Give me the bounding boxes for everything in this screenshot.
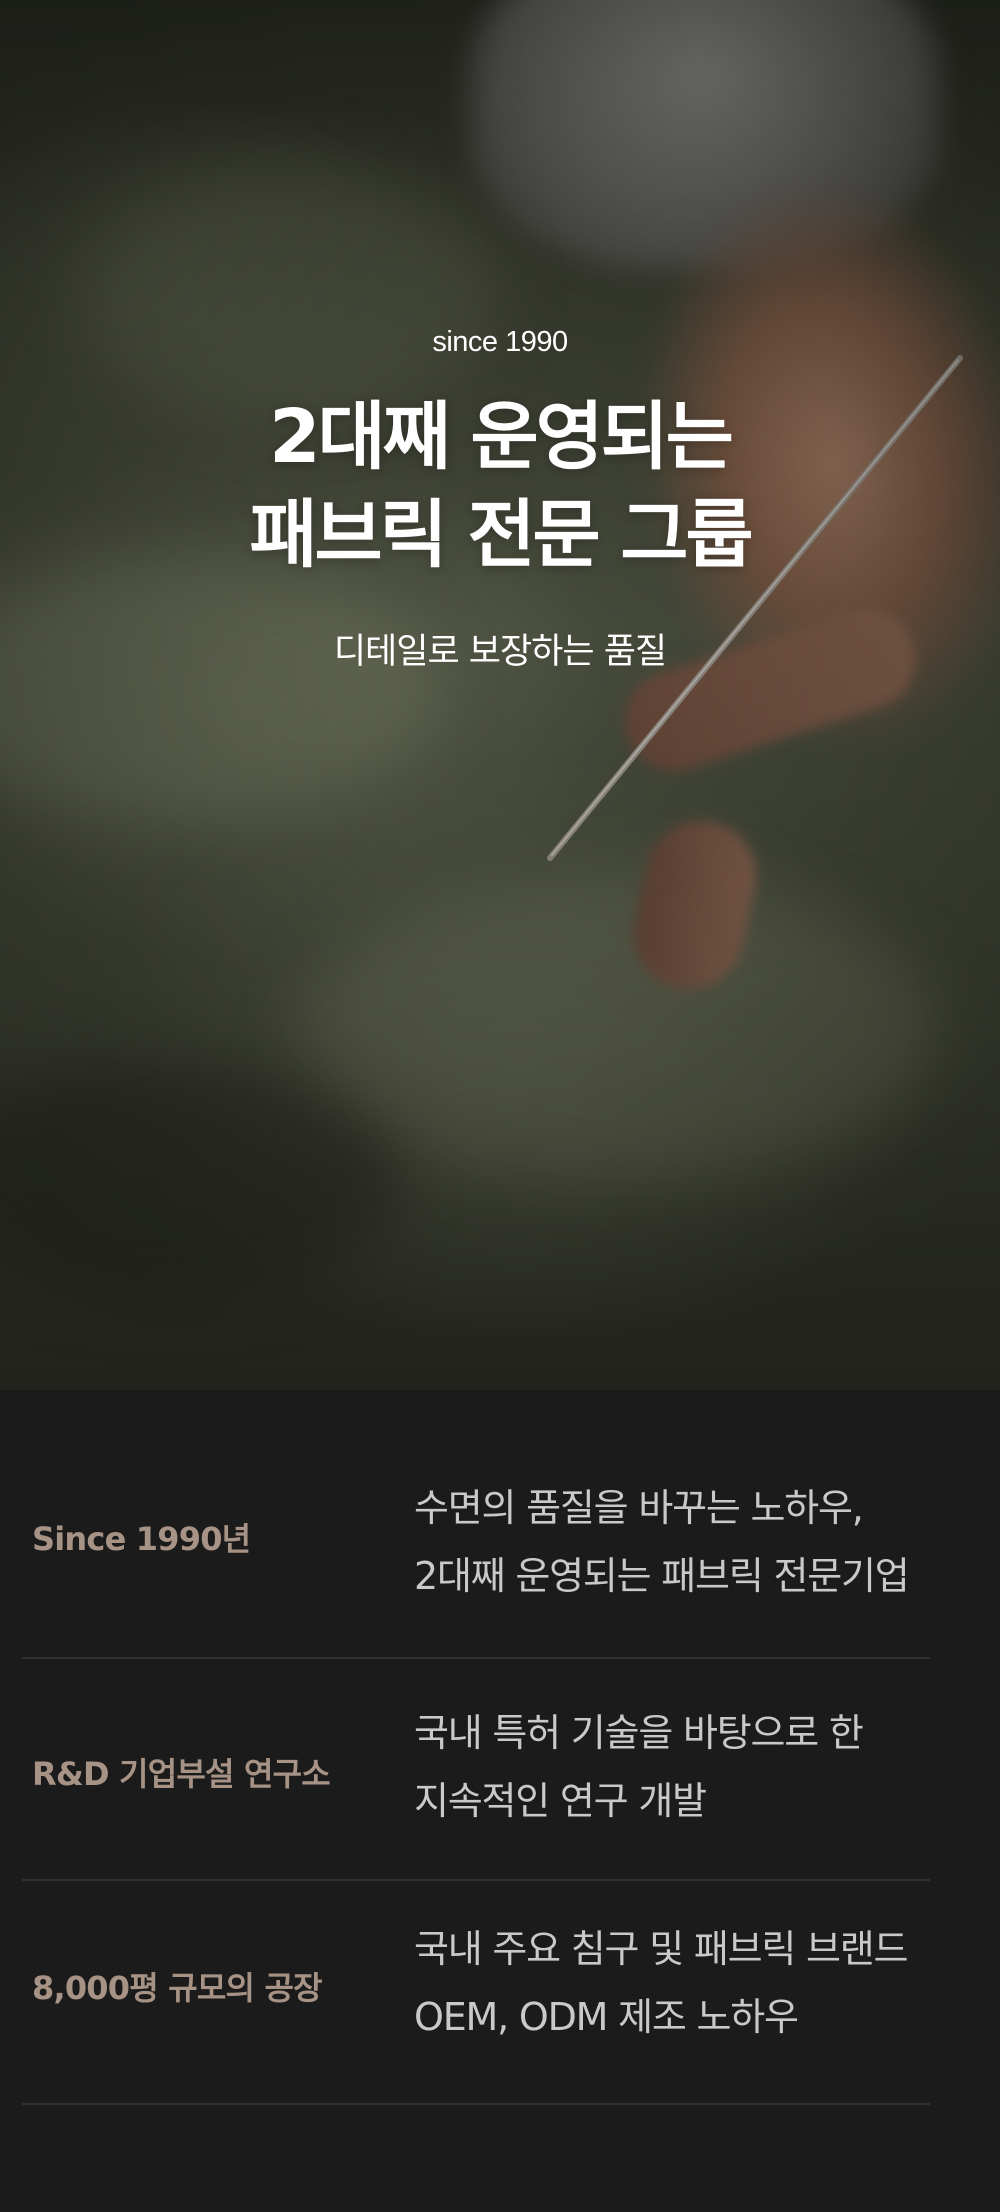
hero-title-line-2: 패브릭 전문 그룹	[249, 492, 753, 578]
feature-label: 8,000평 규모의 공장	[32, 1969, 323, 2007]
feature-description-line-2: 2대째 운영되는 패브릭 전문기업	[414, 1554, 910, 1598]
hero-eyebrow: since 1990	[432, 326, 568, 358]
feature-description-line-1: 국내 특허 기술을 바탕으로 한	[414, 1711, 864, 1755]
feature-description: 국내 특허 기술을 바탕으로 한 지속적인 연구 개발	[414, 1699, 954, 1835]
features-section: Since 1990년 수면의 품질을 바꾸는 노하우, 2대째 운영되는 패브…	[0, 1390, 1000, 2212]
feature-description: 수면의 품질을 바꾸는 노하우, 2대째 운영되는 패브릭 전문기업	[414, 1474, 954, 1610]
feature-label: Since 1990년	[32, 1520, 251, 1558]
feature-description-line-2: 지속적인 연구 개발	[414, 1779, 707, 1823]
hero-subtitle: 디테일로 보장하는 품질	[333, 632, 667, 672]
hero-title-line-1: 2대째 운영되는	[269, 394, 734, 480]
feature-label: R&D 기업부설 연구소	[32, 1755, 331, 1793]
feature-description-line-1: 국내 주요 침구 및 패브릭 브랜드	[414, 1927, 908, 1971]
page: since 1990 2대째 운영되는 패브릭 전문 그룹 디테일로 보장하는 …	[0, 0, 1000, 2212]
feature-description-line-2: OEM, ODM 제조 노하우	[414, 1995, 799, 2039]
image-overlay	[0, 0, 1000, 1390]
feature-description: 국내 주요 침구 및 패브릭 브랜드 OEM, ODM 제조 노하우	[414, 1915, 954, 2051]
feature-description-line-1: 수면의 품질을 바꾸는 노하우,	[414, 1486, 864, 1530]
feature-row: 8,000평 규모의 공장 국내 주요 침구 및 패브릭 브랜드 OEM, OD…	[22, 1879, 930, 2105]
feature-row: Since 1990년 수면의 품질을 바꾸는 노하우, 2대째 운영되는 패브…	[22, 1390, 930, 1659]
hero-title: 2대째 운영되는 패브릭 전문 그룹	[0, 388, 1000, 584]
hero-section: since 1990 2대째 운영되는 패브릭 전문 그룹 디테일로 보장하는 …	[0, 0, 1000, 1390]
feature-row: R&D 기업부설 연구소 국내 특허 기술을 바탕으로 한 지속적인 연구 개발	[22, 1657, 930, 1881]
